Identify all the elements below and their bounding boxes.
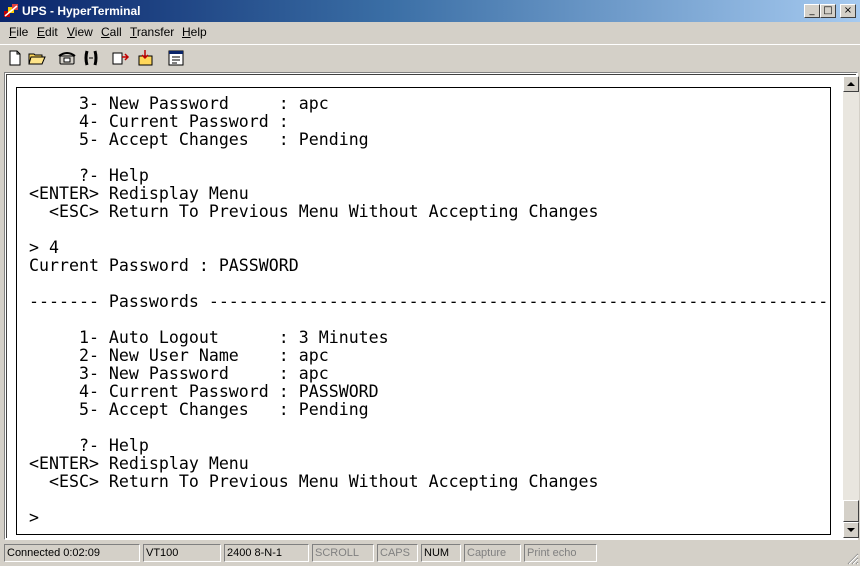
- terminal-client-area: 3- New Password : apc 4- Current Passwor…: [4, 72, 859, 540]
- arrow-down-icon: [847, 528, 855, 532]
- minimize-button[interactable]: _: [804, 4, 820, 18]
- terminal-line: <ESC> Return To Previous Menu Without Ac…: [29, 202, 599, 221]
- open-button[interactable]: [27, 48, 47, 68]
- connect-button[interactable]: [57, 48, 77, 68]
- arrow-up-icon: [847, 82, 855, 86]
- receive-button[interactable]: [135, 48, 155, 68]
- menu-file[interactable]: File: [9, 25, 28, 39]
- terminal-inner: 3- New Password : apc 4- Current Passwor…: [6, 74, 859, 538]
- terminal-line: 2- New User Name : apc: [29, 346, 329, 365]
- terminal-line: <ENTER> Redisplay Menu: [29, 184, 249, 203]
- connect-phone-icon: [58, 52, 76, 65]
- toolbar: [0, 44, 860, 70]
- scroll-up-button[interactable]: [843, 76, 859, 92]
- terminal-text: 3- New Password : apc 4- Current Passwor…: [29, 95, 829, 531]
- new-connection-icon: [9, 50, 21, 66]
- status-num: NUM: [421, 544, 461, 562]
- close-button[interactable]: ×: [840, 4, 856, 18]
- window-title: UPS - HyperTerminal: [22, 4, 141, 18]
- properties-button[interactable]: [166, 48, 186, 68]
- status-caps: CAPS: [377, 544, 418, 562]
- title-bar[interactable]: UPS - HyperTerminal _ □ ×: [0, 0, 860, 22]
- properties-icon: [168, 50, 184, 66]
- terminal-line: 3- New Password : apc: [29, 364, 329, 383]
- new-connection-button[interactable]: [5, 48, 25, 68]
- hyperterminal-app-icon: [4, 4, 18, 17]
- terminal-line: > 4: [29, 238, 59, 257]
- vertical-scrollbar[interactable]: [843, 76, 859, 538]
- disconnect-phone-icon: [84, 50, 98, 66]
- resize-grip-icon[interactable]: [847, 553, 859, 565]
- scroll-down-button[interactable]: [843, 522, 859, 538]
- disconnect-button[interactable]: [81, 48, 101, 68]
- send-file-icon: [112, 52, 130, 65]
- status-bar: Connected 0:02:09 VT100 2400 8-N-1 SCROL…: [0, 542, 860, 566]
- send-button[interactable]: [111, 48, 131, 68]
- menu-edit[interactable]: Edit: [37, 25, 58, 39]
- terminal-line: 4- Current Password :: [29, 112, 289, 131]
- status-connected: Connected 0:02:09: [4, 544, 140, 562]
- status-capture: Capture: [464, 544, 521, 562]
- terminal-line: >: [29, 508, 39, 527]
- status-emulation: VT100: [143, 544, 221, 562]
- terminal-line: <ENTER> Redisplay Menu: [29, 454, 249, 473]
- terminal-screen[interactable]: 3- New Password : apc 4- Current Passwor…: [16, 87, 831, 535]
- terminal-line: 3- New Password : apc: [29, 95, 329, 113]
- terminal-line: ------- Passwords ----------------------…: [29, 292, 829, 311]
- open-folder-icon: [28, 53, 46, 65]
- terminal-line: ?- Help: [29, 166, 149, 185]
- menu-view[interactable]: View: [67, 25, 93, 39]
- status-scroll: SCROLL: [312, 544, 374, 562]
- terminal-line: 5- Accept Changes : Pending: [29, 400, 369, 419]
- maximize-button[interactable]: □: [820, 4, 836, 18]
- terminal-line: 4- Current Password : PASSWORD: [29, 382, 379, 401]
- status-settings: 2400 8-N-1: [224, 544, 309, 562]
- menu-help[interactable]: Help: [182, 25, 207, 39]
- menu-call[interactable]: Call: [101, 25, 122, 39]
- terminal-line: Current Password : PASSWORD: [29, 256, 299, 275]
- terminal-line: 1- Auto Logout : 3 Minutes: [29, 328, 389, 347]
- receive-file-icon: [138, 50, 153, 66]
- terminal-line: ?- Help: [29, 436, 149, 455]
- terminal-line: <ESC> Return To Previous Menu Without Ac…: [29, 472, 599, 491]
- terminal-line: 5- Accept Changes : Pending: [29, 130, 369, 149]
- scroll-thumb[interactable]: [843, 500, 859, 522]
- menu-bar: File Edit View Call Transfer Help: [0, 23, 860, 41]
- status-print-echo: Print echo: [524, 544, 597, 562]
- menu-transfer[interactable]: Transfer: [130, 25, 174, 39]
